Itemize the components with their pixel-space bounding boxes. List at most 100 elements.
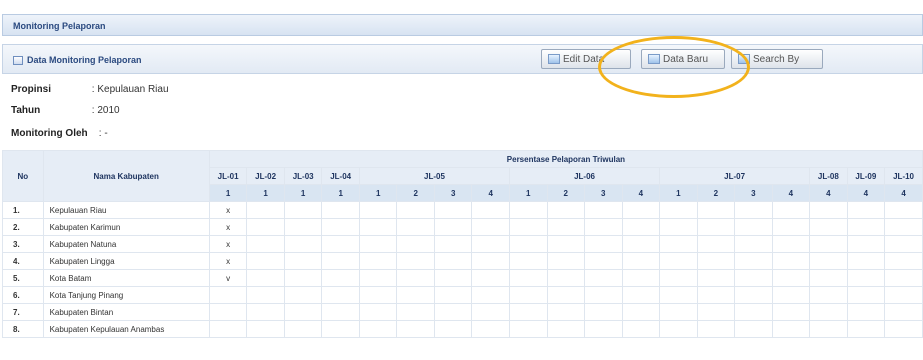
- sub-col-number: 3: [734, 184, 773, 202]
- col-jl-07: JL-07: [659, 167, 811, 185]
- table-row[interactable]: 7. Kabupaten Bintan: [2, 303, 923, 321]
- sub-col-number: 1: [508, 184, 548, 202]
- row-cell: [734, 303, 773, 321]
- sub-col-number: 1: [283, 184, 323, 202]
- row-cell: [884, 286, 923, 304]
- info-monitoring: Monitoring Oleh : -: [11, 128, 108, 139]
- row-cell: [659, 286, 698, 304]
- section-title: Data Monitoring Pelaporan: [13, 55, 142, 65]
- row-cell: [321, 269, 360, 287]
- row-cell: [246, 201, 285, 219]
- row-cell: [358, 201, 398, 219]
- row-number: 8.: [2, 320, 44, 338]
- row-cell: v: [208, 269, 248, 287]
- row-cell: [546, 218, 586, 236]
- row-cell: [809, 320, 848, 338]
- search-by-button[interactable]: Search By: [731, 49, 823, 69]
- grid-icon: [13, 55, 23, 65]
- table-group-header-row: No Nama Kabupaten Persentase Pelaporan T…: [2, 150, 923, 202]
- row-cell: [734, 320, 773, 338]
- row-cell: [771, 218, 811, 236]
- row-cell: [884, 201, 923, 219]
- row-cell: [471, 252, 510, 270]
- table-row[interactable]: 4. Kabupaten Lingga x: [2, 252, 923, 270]
- row-cell: [696, 235, 736, 253]
- row-cell: x: [208, 218, 248, 236]
- row-cell: [809, 201, 848, 219]
- row-cell: [771, 235, 811, 253]
- row-cell: [246, 269, 285, 287]
- col-jl-10: JL-10: [884, 167, 923, 185]
- row-cell: [433, 252, 473, 270]
- row-cell: [771, 286, 811, 304]
- row-cell: [659, 269, 698, 287]
- row-cell: [734, 235, 773, 253]
- sub-col-number: 1: [246, 184, 285, 202]
- row-cell: [433, 218, 473, 236]
- sub-col-number: 4: [884, 184, 923, 202]
- row-cell: [809, 286, 848, 304]
- row-cell: [321, 320, 360, 338]
- info-propinsi: Propinsi : Kepulauan Riau: [11, 84, 169, 95]
- row-cell: [584, 303, 623, 321]
- row-cell: [584, 286, 623, 304]
- search-icon: [738, 54, 750, 64]
- row-cell: [884, 218, 923, 236]
- row-kabupaten-name: Kepulauan Riau: [42, 201, 210, 219]
- sub-col-number: 4: [471, 184, 510, 202]
- row-cell: [584, 269, 623, 287]
- row-kabupaten-name: Kabupaten Natuna: [42, 235, 210, 253]
- row-kabupaten-name: Kabupaten Kepulauan Anambas: [42, 320, 210, 338]
- sub-col-number: 1: [358, 184, 398, 202]
- row-cell: [433, 235, 473, 253]
- row-cell: [771, 303, 811, 321]
- row-cell: [208, 303, 248, 321]
- row-kabupaten-name: Kota Batam: [42, 269, 210, 287]
- row-cell: [734, 269, 773, 287]
- row-cell: [584, 235, 623, 253]
- table-row[interactable]: 3. Kabupaten Natuna x: [2, 235, 923, 253]
- row-cell: [546, 286, 586, 304]
- table-row[interactable]: 5. Kota Batam v: [2, 269, 923, 287]
- row-cell: [621, 235, 661, 253]
- row-cell: [659, 201, 698, 219]
- row-cell: [696, 320, 736, 338]
- row-cell: [696, 269, 736, 287]
- sub-col-number: 3: [584, 184, 623, 202]
- row-cell: [546, 201, 586, 219]
- row-cell: [809, 269, 848, 287]
- row-cell: [283, 303, 323, 321]
- col-jl-02: JL-02: [246, 167, 285, 185]
- table-row[interactable]: 2. Kabupaten Karimun x: [2, 218, 923, 236]
- table-row[interactable]: 6. Kota Tanjung Pinang: [2, 286, 923, 304]
- tahun-label: Tahun: [11, 105, 41, 116]
- table-row[interactable]: 8. Kabupaten Kepulauan Anambas: [2, 320, 923, 338]
- edit-data-button[interactable]: Edit Data: [541, 49, 631, 69]
- row-cell: [246, 286, 285, 304]
- row-cell: [283, 235, 323, 253]
- row-cell: [884, 320, 923, 338]
- row-cell: [471, 303, 510, 321]
- row-cell: [884, 303, 923, 321]
- row-cell: [246, 252, 285, 270]
- col-jl-08: JL-08: [809, 167, 848, 185]
- row-cell: [396, 235, 435, 253]
- row-cell: [621, 201, 661, 219]
- row-cell: [433, 320, 473, 338]
- row-cell: [433, 201, 473, 219]
- sub-col-number: 1: [208, 184, 248, 202]
- row-cell: [508, 286, 548, 304]
- row-cell: [659, 252, 698, 270]
- row-cell: [208, 286, 248, 304]
- row-cell: [321, 252, 360, 270]
- row-cell: [846, 303, 886, 321]
- row-cell: [471, 320, 510, 338]
- row-cell: [283, 320, 323, 338]
- table-row[interactable]: 1. Kepulauan Riau x: [2, 201, 923, 219]
- add-icon: [648, 54, 660, 64]
- row-cell: [321, 235, 360, 253]
- new-data-button[interactable]: Data Baru: [641, 49, 725, 69]
- row-number: 2.: [2, 218, 44, 236]
- new-data-label: Data Baru: [663, 53, 709, 65]
- row-cell: [546, 252, 586, 270]
